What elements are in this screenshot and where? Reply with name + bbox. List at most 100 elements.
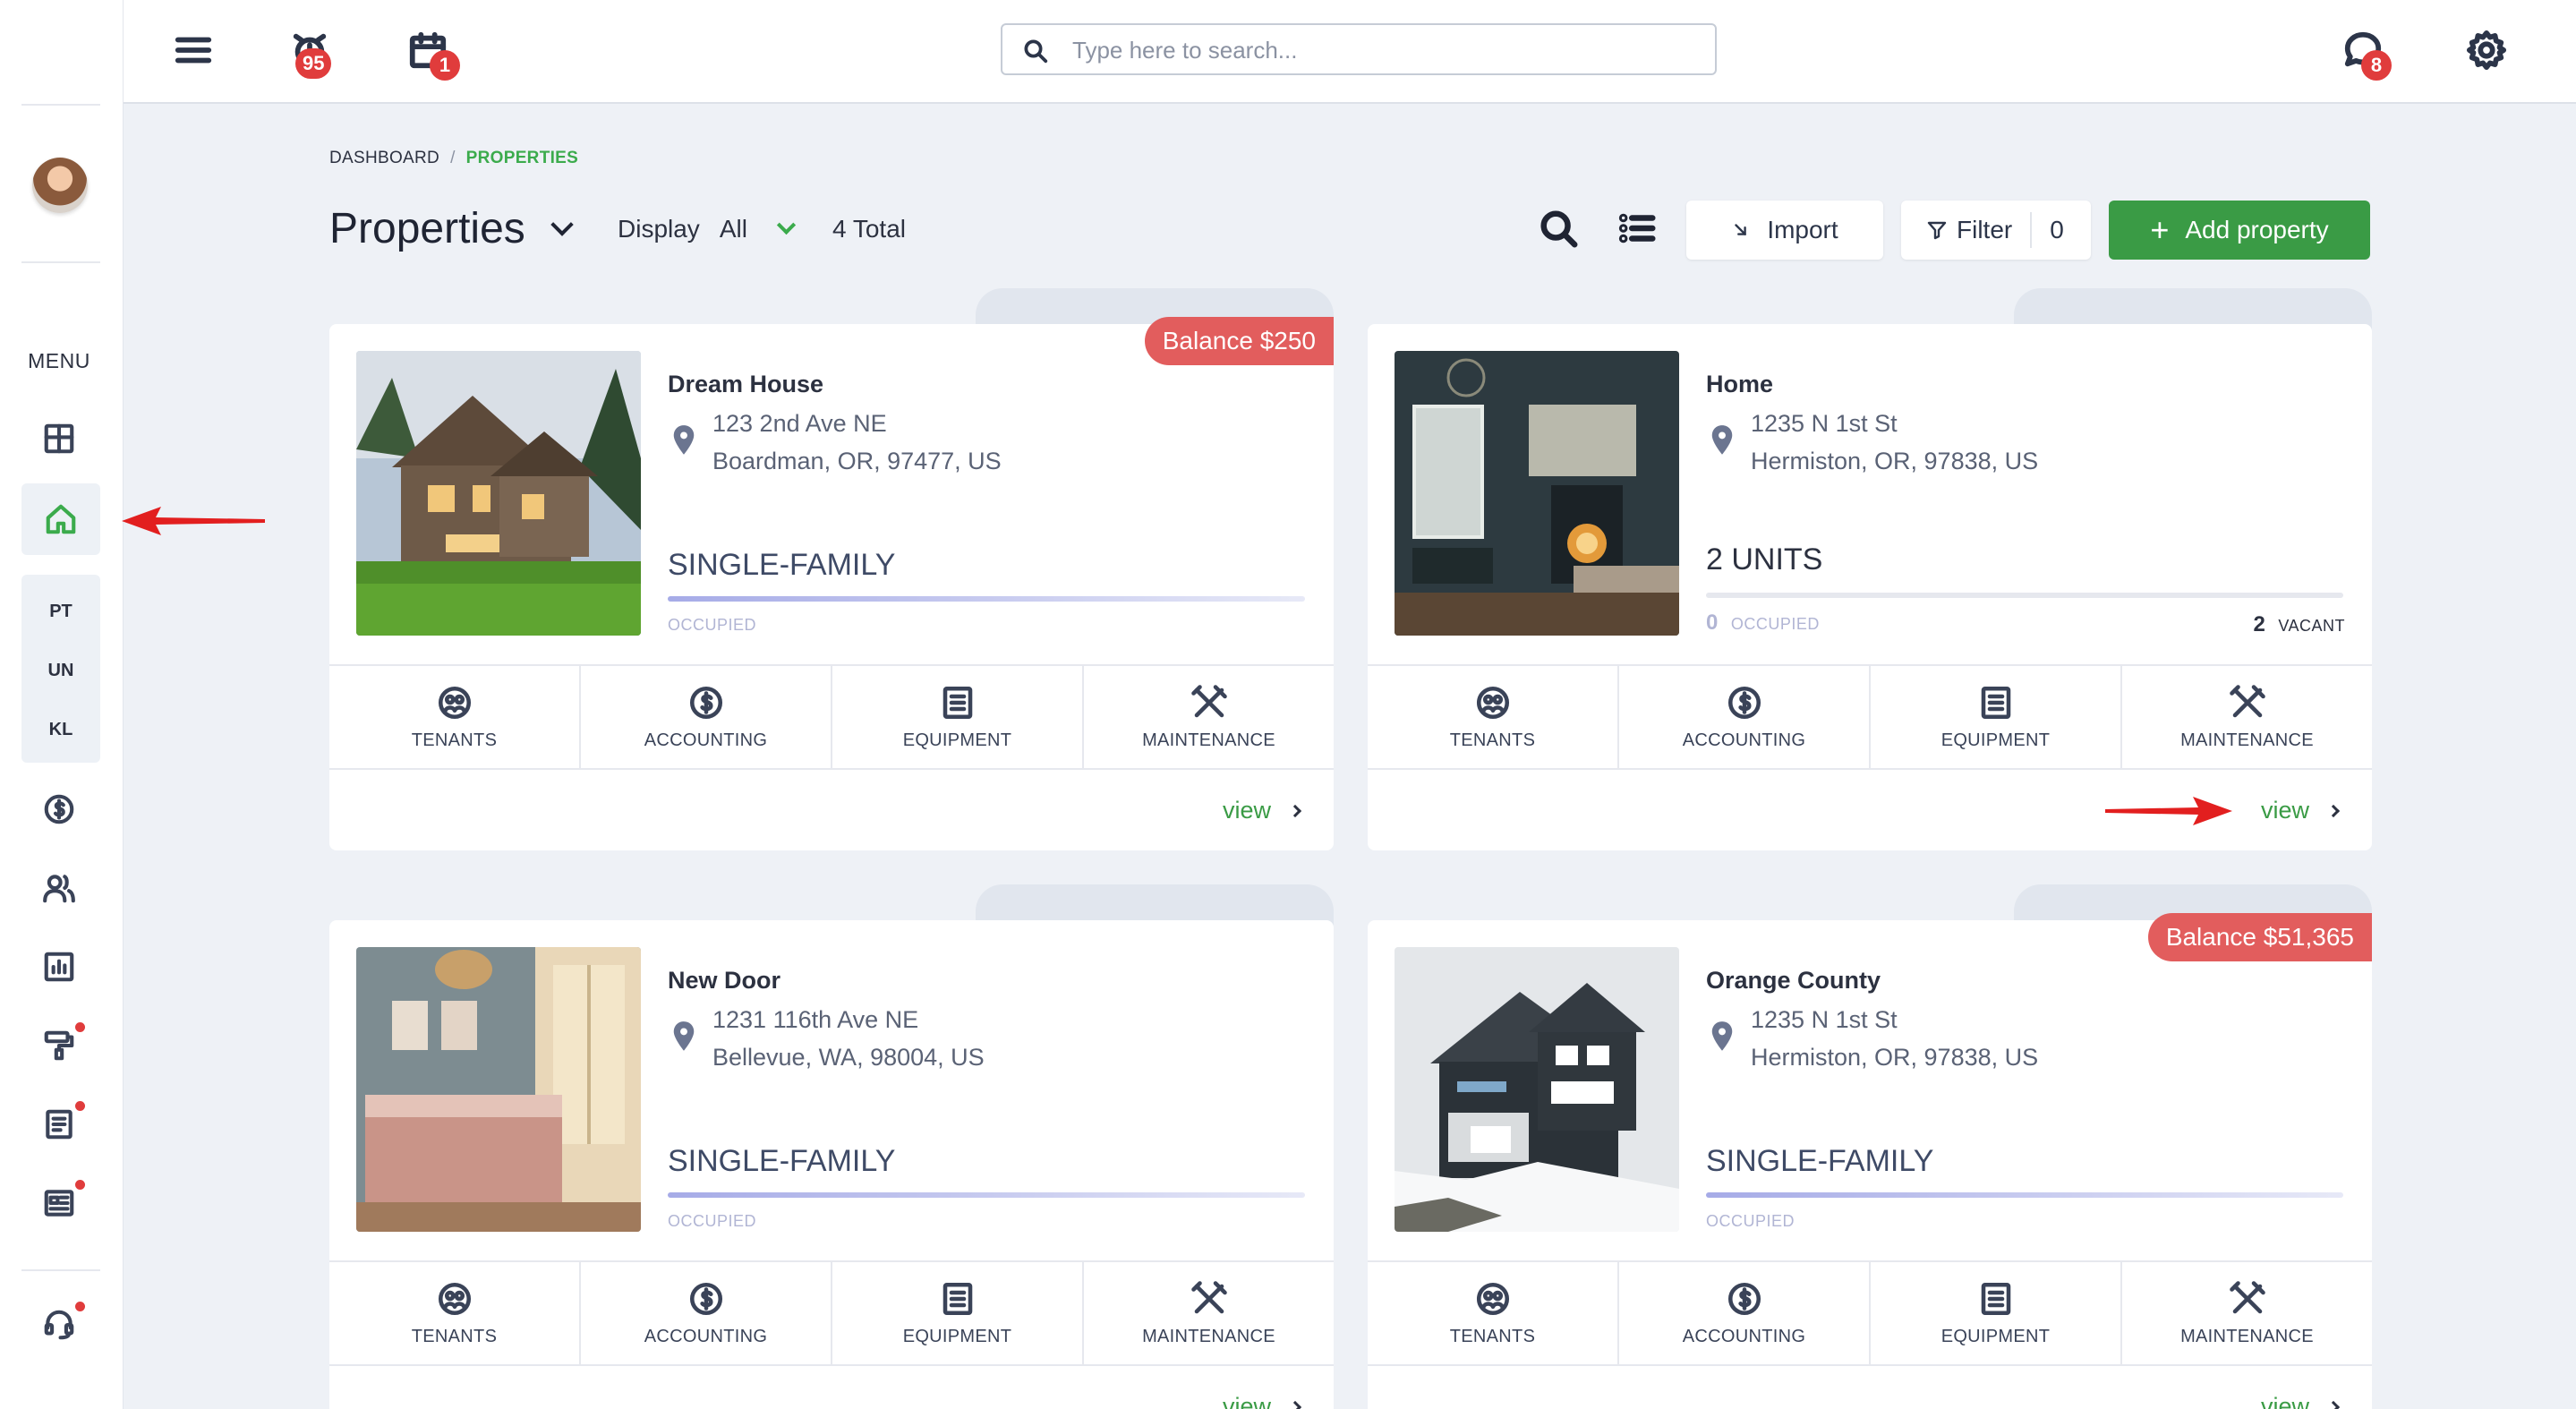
property-name[interactable]: Dream House (668, 371, 823, 398)
property-photo[interactable] (1395, 947, 1679, 1232)
view-link[interactable]: view (2261, 797, 2341, 824)
paint-roller-icon[interactable] (39, 1026, 79, 1065)
tenants-icon (438, 1282, 471, 1315)
maintenance-label: MAINTENANCE (1142, 1326, 1275, 1346)
property-type: SINGLE-FAMILY (1706, 1144, 1934, 1178)
breadcrumb-dashboard[interactable]: DASHBOARD (329, 149, 439, 167)
location-pin-icon (673, 425, 695, 455)
vacant-count: 2 VACANT (2253, 612, 2345, 637)
sidebar-item-un[interactable]: UN (21, 661, 100, 681)
notification-dot (75, 1180, 85, 1190)
maintenance-action[interactable]: MAINTENANCE (2122, 666, 2372, 768)
menu-label: MENU (28, 349, 90, 372)
dashboard-icon[interactable] (39, 419, 79, 458)
occupied-count: 0 OCCUPIED (1706, 611, 1820, 636)
filter-button[interactable]: Filter 0 (1901, 201, 2091, 260)
support-icon[interactable] (39, 1305, 79, 1345)
address-line-1: 1231 116th Ave NE (712, 1006, 919, 1033)
accounting-label: ACCOUNTING (644, 730, 768, 750)
filter-count: 0 (2050, 216, 2064, 243)
import-button[interactable]: Import (1686, 201, 1883, 260)
tenants-action[interactable]: TENANTS (329, 666, 581, 768)
accounting-action[interactable]: ACCOUNTING (581, 666, 832, 768)
sidebar-divider (21, 1269, 100, 1271)
tenants-action[interactable]: TENANTS (1368, 1262, 1619, 1364)
hamburger-menu-icon[interactable] (168, 25, 218, 75)
accounting-action[interactable]: ACCOUNTING (1619, 1262, 1871, 1364)
property-name[interactable]: Home (1706, 371, 1773, 398)
settings-gear-icon[interactable] (2461, 25, 2512, 75)
tenants-action[interactable]: TENANTS (1368, 666, 1619, 768)
balance-badge: Balance $51,365 (2147, 913, 2372, 961)
property-photo[interactable] (356, 351, 641, 636)
document-icon (1981, 686, 2010, 719)
address-line-2: Bellevue, WA, 98004, US (712, 1044, 985, 1071)
card-body: Balance $51,365 Orange County 1235 N 1st… (1368, 913, 2372, 1409)
occupied-label: OCCUPIED (1730, 615, 1820, 633)
notification-dot (75, 1022, 85, 1032)
equipment-action[interactable]: EQUIPMENT (1871, 666, 2122, 768)
add-property-label: Add property (2185, 216, 2329, 243)
card-actions: TENANTS ACCOUNTING EQUIPMENT MAINTENANCE (329, 664, 1334, 770)
breadcrumb-separator: / (450, 149, 456, 167)
occupancy-status: OCCUPIED (668, 1212, 757, 1230)
view-label: view (1222, 1393, 1271, 1409)
tenants-action[interactable]: TENANTS (329, 1262, 581, 1364)
accounting-action[interactable]: ACCOUNTING (581, 1262, 832, 1364)
view-label: view (2260, 1393, 2309, 1409)
search-box[interactable] (1001, 23, 1717, 75)
dollar-icon (1727, 686, 1761, 719)
address-line-1: 123 2nd Ave NE (712, 410, 887, 437)
import-icon (1735, 224, 1747, 235)
equipment-action[interactable]: EQUIPMENT (832, 666, 1084, 768)
view-link[interactable]: view (1223, 797, 1302, 824)
avatar[interactable] (32, 158, 88, 213)
accounting-action[interactable]: ACCOUNTING (1619, 666, 1871, 768)
property-name[interactable]: Orange County (1706, 967, 1881, 995)
property-photo[interactable] (1395, 351, 1679, 636)
equipment-label: EQUIPMENT (1941, 1326, 2051, 1346)
home-icon (46, 504, 76, 534)
filter-divider (2030, 212, 2033, 248)
document-icon (1981, 1282, 2010, 1315)
equipment-action[interactable]: EQUIPMENT (832, 1262, 1084, 1364)
list-view-icon[interactable] (1613, 204, 1661, 252)
sidebar-sub-menu: PT UN KL (21, 575, 100, 763)
chat-badge: 8 (2361, 50, 2392, 81)
calendar-badge: 1 (430, 50, 460, 81)
occupancy-status: OCCUPIED (1706, 1212, 1796, 1230)
view-link[interactable]: view (1222, 1393, 1302, 1409)
document-icon[interactable] (39, 1105, 79, 1144)
dollar-icon[interactable] (39, 790, 79, 829)
view-link[interactable]: view (2260, 1393, 2341, 1409)
sidebar-item-pt[interactable]: PT (21, 602, 100, 622)
add-property-button[interactable]: + Add property (2109, 201, 2370, 260)
page-title-dropdown[interactable]: Properties (329, 204, 574, 253)
card-actions: TENANTS ACCOUNTING EQUIPMENT MAINTENANCE (329, 1260, 1334, 1366)
maintenance-action[interactable]: MAINTENANCE (2122, 1262, 2372, 1364)
display-filter[interactable]: Display All (618, 215, 797, 243)
annotation-arrow-right (2105, 797, 2232, 825)
property-photo[interactable] (356, 947, 641, 1232)
maintenance-action[interactable]: MAINTENANCE (1084, 1262, 1334, 1364)
occupancy-status: OCCUPIED (668, 616, 757, 634)
occupancy-bar (668, 596, 1305, 602)
maintenance-action[interactable]: MAINTENANCE (1084, 666, 1334, 768)
reports-icon[interactable] (39, 947, 79, 986)
annotation-arrow-left (122, 507, 265, 535)
sidebar-item-kl[interactable]: KL (21, 720, 100, 740)
search-icon[interactable] (1534, 204, 1582, 252)
occupancy-bar (668, 1192, 1305, 1198)
tools-icon (1190, 684, 1227, 717)
filter-icon (1927, 221, 1947, 240)
property-name[interactable]: New Door (668, 967, 780, 995)
users-icon[interactable] (39, 868, 79, 908)
sidebar-item-properties[interactable] (21, 483, 100, 555)
equipment-action[interactable]: EQUIPMENT (1871, 1262, 2122, 1364)
document-icon (943, 1282, 972, 1315)
news-icon[interactable] (39, 1183, 79, 1223)
total-count: 4 Total (832, 215, 906, 243)
chevron-down-icon (550, 212, 574, 236)
location-pin-icon (1711, 425, 1733, 455)
search-input[interactable] (1072, 34, 1681, 66)
